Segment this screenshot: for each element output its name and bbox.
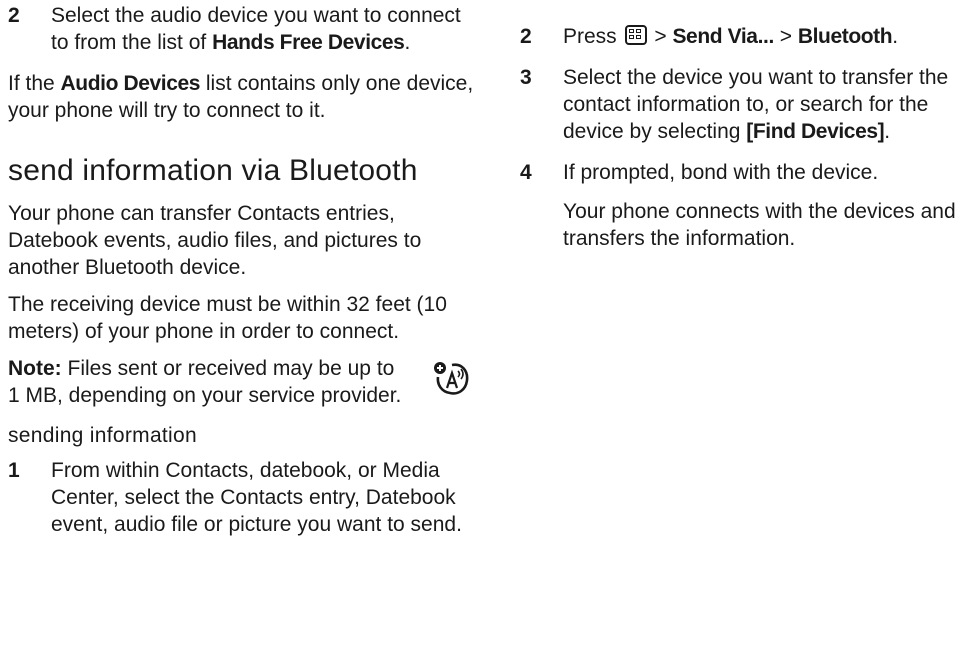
step-text: From within Contacts, datebook, or Media…	[51, 459, 462, 536]
connects-paragraph: Your phone connects with the devices and…	[563, 200, 956, 250]
menu-hands-free-devices: Hands Free Devices	[212, 31, 405, 54]
menu-separator: >	[648, 25, 673, 48]
step-text-end: .	[404, 31, 411, 54]
step-number: 1	[8, 459, 20, 482]
menu-key-icon	[624, 25, 647, 45]
audio-devices-paragraph: If the Audio Devices list contains only …	[8, 70, 478, 124]
menu-find-devices: [Find Devices]	[746, 120, 885, 143]
section-heading: send information via Bluetooth	[8, 154, 418, 187]
note-block: Note: Files sent or received may be up t…	[8, 355, 478, 409]
note-text: Files sent or received may be up to 1 MB…	[8, 357, 402, 407]
subsection-heading: sending information	[8, 424, 197, 447]
step-press-send-via: 2 Press > Send Via... > Bluetooth.	[520, 23, 970, 50]
menu-bluetooth: Bluetooth	[797, 25, 893, 48]
step-number: 2	[520, 25, 532, 48]
note-label: Note:	[8, 357, 62, 380]
step-from-within-contacts: 1 From within Contacts, datebook, or Med…	[8, 457, 478, 538]
step-number: 4	[520, 161, 532, 184]
step-bond-device: 4 If prompted, bond with the device.	[520, 159, 970, 186]
step-text: If prompted, bond with the device.	[563, 161, 879, 184]
menu-separator: >	[773, 25, 798, 48]
step-number: 3	[520, 66, 532, 89]
para-text: If the	[8, 72, 61, 95]
transfer-paragraph: Your phone can transfer Contacts entries…	[8, 202, 422, 279]
step-text-end: .	[884, 120, 891, 143]
left-column: 2 Select the audio device you want to co…	[8, 0, 478, 538]
step-select-device: 3 Select the device you want to transfer…	[520, 64, 970, 145]
note-paragraph: Note: Files sent or received may be up t…	[8, 355, 478, 409]
network-dependent-feature-icon	[434, 362, 469, 395]
step-number: 2	[8, 4, 20, 27]
menu-audio-devices: Audio Devices	[60, 72, 201, 95]
menu-send-via: Send Via...	[672, 25, 774, 48]
step-text-end: .	[892, 25, 899, 48]
right-column: 2 Press > Send Via... > Bluetooth. 3 Sel…	[520, 0, 970, 252]
range-paragraph: The receiving device must be within 32 f…	[8, 293, 447, 343]
step-text: Press	[563, 25, 623, 48]
step-select-audio-device: 2 Select the audio device you want to co…	[8, 2, 478, 56]
